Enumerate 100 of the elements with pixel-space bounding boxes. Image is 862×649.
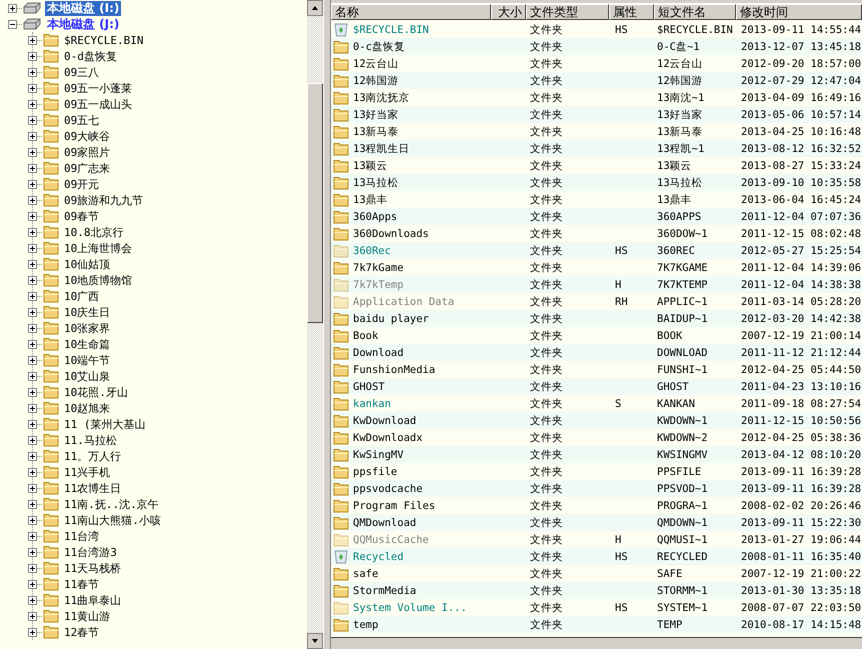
file-name[interactable]: Download (353, 346, 404, 358)
tree-item[interactable]: 11曲阜泰山 (63, 592, 122, 608)
tree-item[interactable]: 09五七 (63, 112, 100, 128)
file-name[interactable]: 7k7kGame (353, 262, 404, 274)
horizontal-scrollbar[interactable] (331, 637, 862, 649)
file-name[interactable]: 13程凯生日 (353, 142, 410, 156)
expand-icon[interactable] (28, 324, 37, 332)
expand-icon[interactable] (28, 436, 37, 444)
tree-item[interactable]: 11兴手机 (63, 464, 112, 480)
expand-icon[interactable] (28, 276, 37, 284)
drive-label[interactable]: 本地磁盘 (J:) (45, 16, 122, 32)
expand-icon[interactable] (28, 452, 37, 460)
expand-icon[interactable] (28, 52, 37, 60)
expand-icon[interactable] (28, 36, 37, 44)
expand-icon[interactable] (28, 372, 37, 380)
tree-item[interactable]: 09春节 (63, 208, 100, 224)
expand-icon[interactable] (28, 548, 37, 556)
tree-item[interactable]: 09大峡谷 (63, 128, 112, 144)
tree-item[interactable]: 12春节 (63, 624, 100, 640)
expand-icon[interactable] (28, 196, 37, 204)
tree-item[interactable]: 11台湾游3 (63, 544, 118, 560)
expand-icon[interactable] (28, 292, 37, 300)
expand-icon[interactable] (28, 132, 37, 140)
expand-icon[interactable] (28, 148, 37, 156)
expand-icon[interactable] (28, 84, 37, 92)
expand-icon[interactable] (28, 484, 37, 492)
tree-item[interactable]: 09旅游和九九节 (63, 192, 144, 208)
drive-label[interactable]: 本地磁盘 (I:) (45, 0, 122, 16)
expand-icon[interactable] (28, 212, 37, 220)
file-name[interactable]: 0-c盘恢复 (353, 40, 405, 54)
tree-item[interactable]: 09开元 (63, 176, 100, 192)
scroll-up-button[interactable] (307, 0, 323, 16)
expand-icon[interactable] (28, 244, 37, 252)
expand-icon[interactable] (28, 100, 37, 108)
tree-item[interactable]: 09五一小蓬莱 (63, 80, 134, 96)
tree-item[interactable]: 10生命篇 (63, 336, 112, 352)
expand-icon[interactable] (28, 164, 37, 172)
file-name[interactable]: GHOST (353, 380, 385, 392)
file-name[interactable]: QQMusicCache (353, 534, 429, 546)
file-name[interactable]: 13马拉松 (353, 176, 399, 190)
tree-item[interactable]: 11黄山游 (63, 608, 112, 624)
expand-icon[interactable] (28, 180, 37, 188)
column-header[interactable]: 属性 (609, 4, 654, 20)
expand-icon[interactable] (28, 308, 37, 316)
column-header[interactable]: 名称 (331, 4, 491, 20)
expand-icon[interactable] (28, 260, 37, 268)
expand-icon[interactable] (28, 564, 37, 572)
tree-item[interactable]: 10花照.牙山 (63, 384, 129, 400)
tree-item[interactable]: 11.马拉松 (63, 432, 118, 448)
expand-icon[interactable] (28, 340, 37, 348)
file-name[interactable]: 360Apps (353, 210, 398, 222)
tree-item[interactable]: 11。万人行 (63, 448, 122, 464)
file-name[interactable]: 360Rec (353, 244, 391, 256)
file-name[interactable]: Book (353, 330, 378, 342)
expand-icon[interactable] (28, 388, 37, 396)
column-header[interactable]: 短文件名 (654, 4, 736, 20)
expand-icon[interactable] (28, 516, 37, 524)
tree-item[interactable]: 11南山大熊猫.小咳 (63, 512, 162, 528)
file-name[interactable]: 360Downloads (353, 228, 429, 240)
file-name[interactable]: FunshionMedia (353, 364, 436, 376)
tree-item[interactable]: 10赵旭来 (63, 400, 112, 416)
tree-item[interactable]: 10仙姑顶 (63, 256, 112, 272)
file-name[interactable]: 13南沈抚京 (353, 90, 410, 104)
file-name[interactable]: StormMedia (353, 584, 416, 596)
expand-icon[interactable] (28, 356, 37, 364)
file-name[interactable]: 13新马泰 (353, 124, 399, 138)
file-name[interactable]: 13好当家 (353, 108, 399, 122)
expand-icon[interactable] (28, 228, 37, 236)
expand-icon[interactable] (28, 596, 37, 604)
vertical-scrollbar[interactable] (307, 0, 323, 649)
tree-item[interactable]: 0-d盘恢复 (63, 48, 118, 64)
file-name[interactable]: KwSingMV (353, 448, 404, 460)
file-name[interactable]: kankan (353, 398, 391, 410)
expand-icon[interactable] (28, 500, 37, 508)
tree-item[interactable]: 09家照片 (63, 144, 112, 160)
tree-item[interactable]: 11农博生日 (63, 480, 122, 496)
file-name[interactable]: 7k7kTemp (353, 278, 404, 290)
file-name[interactable]: System Volume I... (353, 602, 467, 614)
file-name[interactable]: 12韩国游 (353, 74, 399, 88)
file-name[interactable]: KwDownload (353, 414, 416, 426)
expand-icon[interactable] (28, 532, 37, 540)
file-name[interactable]: ppsvodcache (353, 482, 423, 494)
tree-item[interactable]: 10艾山泉 (63, 368, 112, 384)
expand-icon[interactable] (28, 68, 37, 76)
tree-item[interactable]: 10地质博物馆 (63, 272, 134, 288)
file-name[interactable]: KwDownloadx (353, 432, 423, 444)
file-name[interactable]: QMDownload (353, 516, 416, 528)
column-header[interactable]: 大小 (491, 4, 526, 20)
file-name[interactable]: 13颖云 (353, 158, 388, 172)
tree-item[interactable]: 11春节 (63, 576, 100, 592)
file-name[interactable]: Application Data (353, 296, 454, 308)
tree-item[interactable]: 11台湾 (63, 528, 100, 544)
tree-item[interactable]: 10.8北京行 (63, 224, 124, 240)
tree-item[interactable]: 11天马栈桥 (63, 560, 122, 576)
file-name[interactable]: temp (353, 618, 378, 630)
expand-icon[interactable] (28, 468, 37, 476)
tree-item[interactable]: 11 (莱州大基山 (63, 416, 146, 432)
scrollbar-thumb[interactable] (307, 83, 323, 323)
tree-item[interactable]: 11南.抚..沈.京午 (63, 496, 160, 512)
tree-item[interactable]: 10张家界 (63, 320, 112, 336)
